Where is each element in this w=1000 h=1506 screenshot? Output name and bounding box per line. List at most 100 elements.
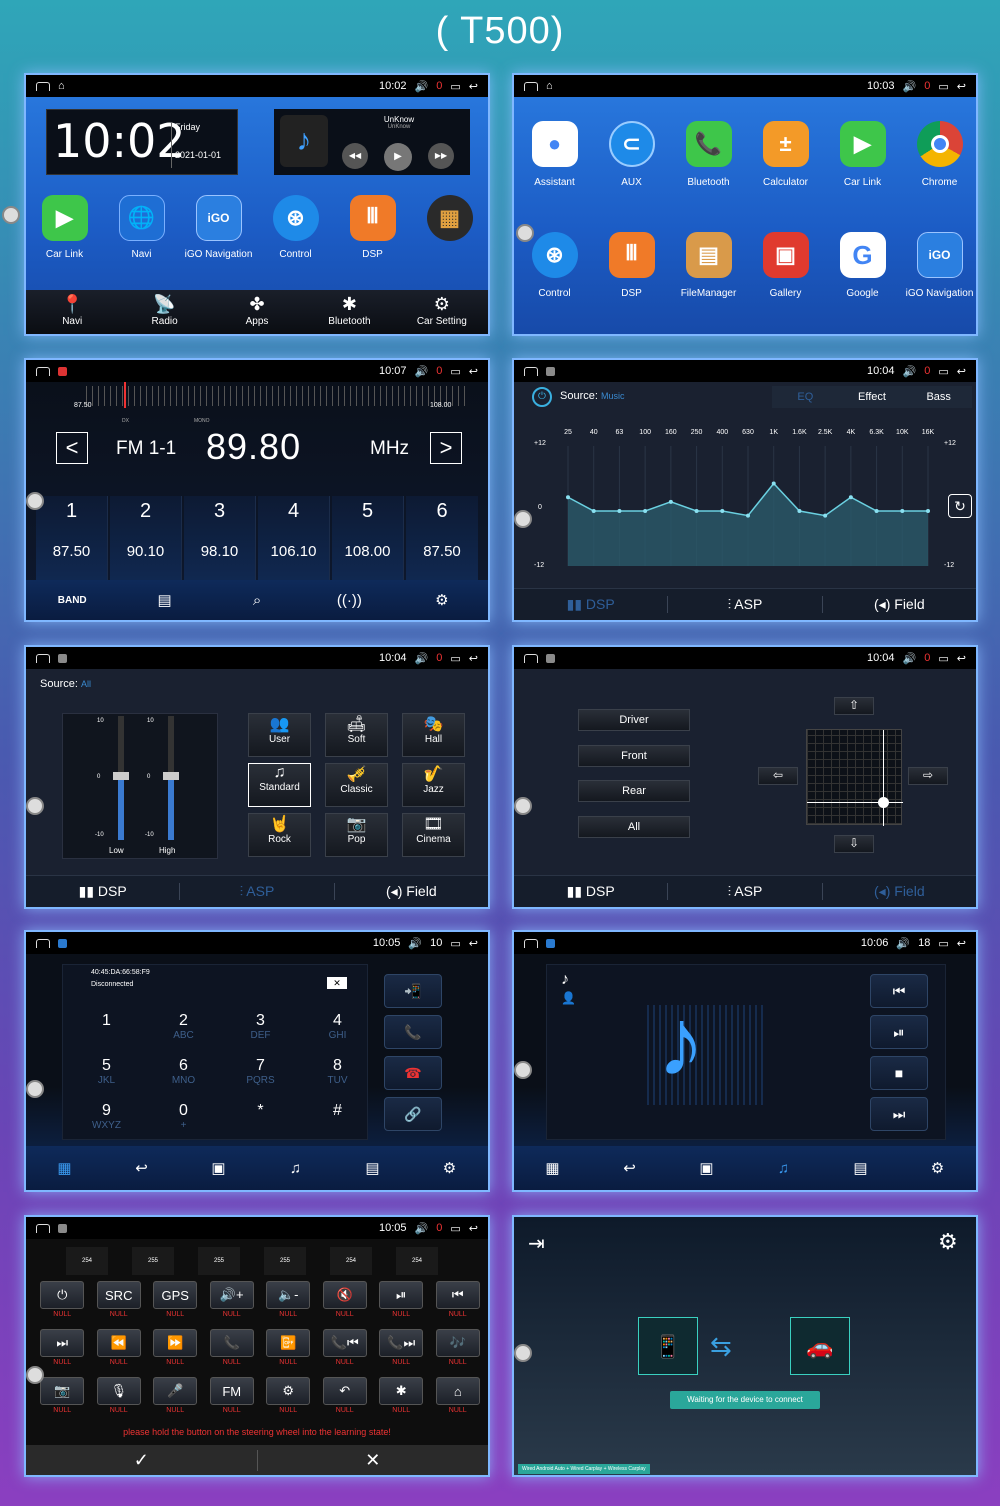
back-icon[interactable]: ↩ xyxy=(469,652,478,665)
tab-asp[interactable]: ⫶ ASP xyxy=(180,883,335,900)
tab-effect[interactable]: Effect xyxy=(839,386,906,408)
frequency-scale[interactable] xyxy=(86,386,466,406)
back-icon[interactable]: ↩ xyxy=(957,652,966,665)
app-drawer[interactable]: ▦ xyxy=(411,195,488,260)
eq-band-point[interactable] xyxy=(823,513,828,518)
power-icon[interactable]: ⏻ xyxy=(532,387,552,407)
preset-3[interactable]: 3 98.10 xyxy=(184,496,256,580)
eq-band-point[interactable] xyxy=(694,509,699,513)
preset-soft[interactable]: 🛋 Soft xyxy=(325,713,388,757)
eq-band-point[interactable] xyxy=(566,495,570,500)
phone-transfer-button[interactable]: 📲 xyxy=(384,974,442,1008)
swc-key[interactable]: 📷 NULL xyxy=(34,1377,91,1425)
play-pause-button[interactable]: ⏯ xyxy=(870,1015,928,1049)
next-track-button[interactable]: ⏭ xyxy=(870,1097,928,1131)
recent-apps-icon[interactable]: ▭ xyxy=(450,80,460,93)
search-icon[interactable]: ⌕ xyxy=(211,592,303,609)
key-star[interactable]: * xyxy=(222,1102,299,1147)
swc-key[interactable]: ⚙ NULL xyxy=(260,1377,317,1425)
app-control[interactable]: ⊛ Control xyxy=(257,195,334,260)
eq-band-point[interactable] xyxy=(591,509,596,513)
settings-icon[interactable]: ⚙ xyxy=(396,591,488,609)
eq-curve-chart[interactable]: 25 40 63 100 160 250 400 630 1K 1.6K 2.5K 4K 6.3K 10K… xyxy=(558,426,938,574)
call-log-tab[interactable]: ↩ xyxy=(103,1159,180,1177)
volume-icon[interactable]: 🔊 xyxy=(903,652,917,665)
swc-key[interactable]: 📞⏭ NULL xyxy=(373,1329,430,1377)
app-control[interactable]: ⊛ Control xyxy=(516,232,593,299)
app-igo[interactable]: iGO iGO Navigation xyxy=(901,232,976,299)
prev-track-button[interactable]: ⏮ xyxy=(870,974,928,1008)
volume-icon[interactable]: 🔊 xyxy=(896,937,910,950)
eq-band-point[interactable] xyxy=(797,509,802,513)
sound-field-grid[interactable] xyxy=(806,729,903,826)
bt-settings-tab[interactable]: ⚙ xyxy=(899,1159,976,1177)
app-calculator[interactable]: ± Calculator xyxy=(747,121,824,188)
app-igo[interactable]: iGO iGO Navigation xyxy=(180,195,257,260)
app-aux[interactable]: ⊂ AUX xyxy=(593,121,670,188)
play-icon[interactable]: ▶ xyxy=(384,143,412,171)
bt-music-tab[interactable]: ♫ xyxy=(257,1160,334,1177)
right-arrow-button[interactable]: ⇨ xyxy=(908,767,948,785)
eq-band-point[interactable] xyxy=(668,499,673,504)
eq-band-point[interactable] xyxy=(900,509,905,513)
eq-band-point[interactable] xyxy=(848,495,853,500)
list-icon[interactable]: ▤ xyxy=(118,591,210,609)
home-icon[interactable] xyxy=(36,938,50,948)
home-icon[interactable] xyxy=(524,938,538,948)
dock-car-setting[interactable]: ⚙ Car Setting xyxy=(396,290,488,334)
tab-field[interactable]: (◂) Field xyxy=(823,596,976,613)
key-7[interactable]: 7 PQRS xyxy=(222,1057,299,1102)
up-arrow-button[interactable]: ⇧ xyxy=(834,697,874,715)
app-navi[interactable]: 🌐 Navi xyxy=(103,195,180,260)
app-car-link[interactable]: ▶ Car Link xyxy=(26,195,103,260)
swc-key[interactable]: 🔊+ NULL xyxy=(204,1281,261,1329)
music-widget[interactable]: ♪ UnKnow UnKnow ◀◀ ▶ ▶▶ xyxy=(274,109,470,175)
eq-band-point[interactable] xyxy=(720,509,725,513)
swc-key[interactable]: 🔇 NULL xyxy=(317,1281,374,1329)
volume-icon[interactable]: 🔊 xyxy=(415,652,429,665)
stop-button[interactable]: ■ xyxy=(870,1056,928,1090)
gear-icon[interactable]: ⚙ xyxy=(938,1229,958,1255)
recent-apps-icon[interactable]: ▭ xyxy=(450,937,460,950)
back-icon[interactable]: ↩ xyxy=(469,365,478,378)
key-8[interactable]: 8 TUV xyxy=(299,1057,376,1102)
bt-settings-tab[interactable]: ⚙ xyxy=(411,1159,488,1177)
recent-apps-icon[interactable]: ▭ xyxy=(938,652,948,665)
back-icon[interactable]: ↩ xyxy=(469,937,478,950)
contacts-tab[interactable]: ▣ xyxy=(180,1159,257,1177)
signal-icon[interactable]: ((·)) xyxy=(303,592,395,609)
preset-rock[interactable]: 🤘 Rock xyxy=(248,813,311,857)
left-arrow-button[interactable]: ⇦ xyxy=(758,767,798,785)
home-icon[interactable] xyxy=(524,653,538,663)
prev-icon[interactable]: ◀◀ xyxy=(342,143,368,169)
swc-key[interactable]: ✱ NULL xyxy=(373,1377,430,1425)
back-icon[interactable]: ↩ xyxy=(469,80,478,93)
call-button[interactable]: 📞 xyxy=(384,1015,442,1049)
eq-band-point[interactable] xyxy=(746,513,750,518)
volume-icon[interactable]: 🔊 xyxy=(903,365,917,378)
swc-key[interactable]: SRC NULL xyxy=(91,1281,148,1329)
tab-eq[interactable]: EQ xyxy=(772,386,839,408)
dialpad-tab[interactable]: ▦ xyxy=(26,1159,103,1177)
recent-apps-icon[interactable]: ▭ xyxy=(450,365,460,378)
next-icon[interactable]: ▶▶ xyxy=(428,143,454,169)
link-button[interactable]: 🔗 xyxy=(384,1097,442,1131)
app-bluetooth[interactable]: 📞 Bluetooth xyxy=(670,121,747,188)
seek-forward-button[interactable]: > xyxy=(430,432,462,464)
swc-key[interactable]: ⏯ NULL xyxy=(373,1281,430,1329)
app-assistant[interactable]: ● Assistant xyxy=(516,121,593,188)
key-9[interactable]: 9 WXYZ xyxy=(68,1102,145,1147)
clock-widget[interactable]: 10:02 Friday 2021-01-01 xyxy=(46,109,238,175)
home-icon[interactable] xyxy=(36,366,50,376)
device-tab[interactable]: ▤ xyxy=(334,1159,411,1177)
app-filemanager[interactable]: ▤ FileManager xyxy=(670,232,747,299)
contacts-tab[interactable]: ▣ xyxy=(668,1159,745,1177)
preset-cinema[interactable]: 🎞 Cinema xyxy=(402,813,465,857)
swc-key[interactable]: 🎶 NULL xyxy=(430,1329,487,1377)
preset-jazz[interactable]: 🎷 Jazz xyxy=(402,763,465,807)
swc-key[interactable]: ↶ NULL xyxy=(317,1377,374,1425)
back-icon[interactable]: ↩ xyxy=(957,937,966,950)
back-icon[interactable]: ↩ xyxy=(957,80,966,93)
rear-button[interactable]: Rear xyxy=(578,780,690,802)
swc-key[interactable]: ⏪ NULL xyxy=(91,1329,148,1377)
